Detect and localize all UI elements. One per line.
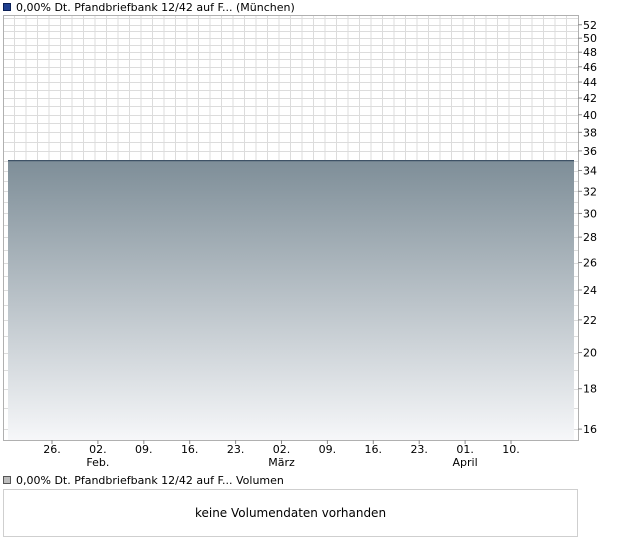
volume-empty-message: keine Volumendaten vorhanden [194,506,387,520]
y-tick-label: 32 [583,185,597,198]
x-tick-label: 23. [410,443,428,456]
price-chart: 16 18 20 22 24 26 28 30 32 34 36 38 40 42 44 46 485052 2… [3,15,597,469]
x-tick-label: 16. [181,443,199,456]
y-tick-label: 24 [583,284,597,297]
series-area [8,160,574,440]
price-area [8,160,574,440]
x-month-label: Feb. [86,456,109,469]
volume-legend-swatch [3,476,11,484]
y-tick-label: 16 [583,423,597,436]
x-tick-label: 16. [365,443,383,456]
y-tick-label: 46 [583,61,597,74]
y-tick-label: 52 [583,19,597,32]
x-tick-label: 02. [89,443,107,456]
x-tick-label: 01. [456,443,474,456]
y-tick-label: 34 [583,165,597,178]
x-tick-label: 09. [135,443,153,456]
x-month-label: März [268,456,295,469]
y-tick-label: 50 [583,32,597,45]
y-tick-label: 38 [583,126,597,139]
x-tick-label: 26. [43,443,61,456]
y-axis: 16 18 20 22 24 26 28 30 32 34 36 38 40 42 44 46 485052 [578,19,597,436]
y-tick-label: 26 [583,257,597,270]
y-tick-label: 28 [583,231,597,244]
x-tick-label: 23. [227,443,245,456]
volume-legend: 0,00% Dt. Pfandbriefbank 12/42 auf F... … [3,473,284,487]
y-tick-label: 40 [583,109,597,122]
volume-panel: keine Volumendaten vorhanden [3,489,578,537]
x-tick-label: 02. [273,443,291,456]
y-tick-label: 44 [583,76,597,89]
y-tick-label: 22 [583,314,597,327]
y-tick-label: 20 [583,347,597,360]
y-tick-label: 30 [583,207,597,220]
x-tick-label: 09. [319,443,337,456]
y-tick-label: 42 [583,92,597,105]
x-tick-label: 10. [502,443,520,456]
x-month-label: April [453,456,478,469]
y-tick-label: 36 [583,145,597,158]
y-tick-label: 18 [583,383,597,396]
y-tick-label: 48 [583,46,597,59]
volume-legend-label: 0,00% Dt. Pfandbriefbank 12/42 auf F... … [16,473,284,487]
x-axis: 26. 02.Feb.09. 16. 23. 02.März09. 16. 23. 01.Ap… [43,440,520,469]
